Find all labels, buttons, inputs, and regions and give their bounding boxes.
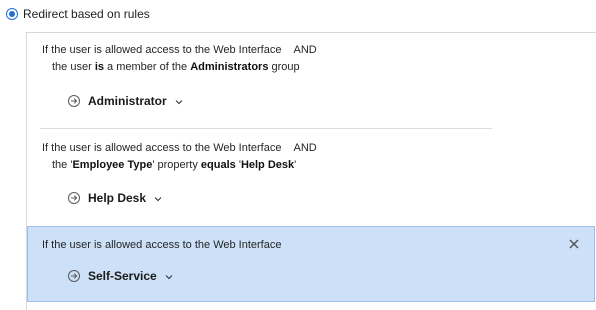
rule-1-target-dropdown[interactable]: Administrator	[68, 94, 183, 108]
rule-2-line1: If the user is allowed access to the Web…	[42, 142, 282, 154]
redirect-rules-option[interactable]: Redirect based on rules	[6, 6, 150, 22]
chevron-down-icon	[175, 94, 183, 108]
rule-3-selected[interactable]: If the user is allowed access to the Web…	[27, 226, 595, 302]
rule-2-target-label: Help Desk	[88, 191, 147, 205]
arrow-right-circle-icon	[68, 270, 80, 282]
rule-3-condition[interactable]: If the user is allowed access to the Web…	[42, 237, 281, 254]
radio-button-selected[interactable]	[6, 8, 18, 20]
close-icon[interactable]	[568, 237, 580, 249]
rule-2-condition[interactable]: If the user is allowed access to the Web…	[42, 140, 317, 174]
rules-panel: If the user is allowed access to the Web…	[26, 32, 596, 310]
rule-1-conjunction: AND	[293, 44, 317, 56]
rule-3-target-dropdown[interactable]: Self-Service	[68, 269, 173, 283]
rule-2-conjunction: AND	[293, 142, 317, 154]
rule-1-condition[interactable]: If the user is allowed access to the Web…	[42, 42, 317, 76]
rule-1-line2: the user is a member of the Administrato…	[52, 61, 300, 73]
arrow-right-circle-icon	[68, 95, 80, 107]
chevron-down-icon	[154, 191, 162, 205]
rule-2-target-dropdown[interactable]: Help Desk	[68, 191, 162, 205]
option-label: Redirect based on rules	[23, 7, 150, 21]
chevron-down-icon	[165, 269, 173, 283]
rule-1-target-label: Administrator	[88, 94, 167, 108]
rule-divider	[40, 128, 492, 129]
arrow-right-circle-icon	[68, 192, 80, 204]
rule-2-line2: the 'Employee Type' property equals 'Hel…	[52, 159, 297, 171]
rule-3-target-label: Self-Service	[88, 269, 157, 283]
rule-1-line1: If the user is allowed access to the Web…	[42, 44, 282, 56]
rule-3-line1: If the user is allowed access to the Web…	[42, 239, 282, 251]
